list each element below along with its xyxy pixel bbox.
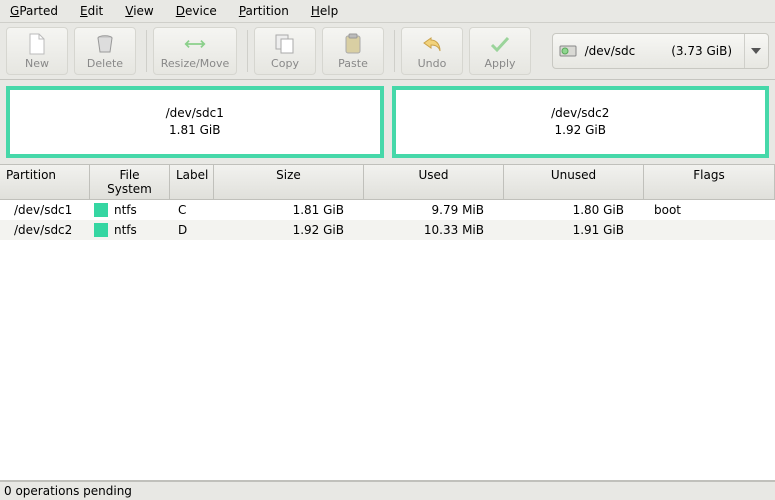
menu-help[interactable]: Help [307, 2, 342, 20]
cell-unused: 1.91 GiB [504, 223, 644, 237]
cell-flags: boot [644, 203, 775, 217]
col-size[interactable]: Size [214, 165, 364, 199]
undo-icon [421, 33, 443, 55]
col-filesystem[interactable]: File System [90, 165, 170, 199]
cell-size: 1.81 GiB [214, 203, 364, 217]
col-used[interactable]: Used [364, 165, 504, 199]
toolbar: New Delete Resize/Move Copy Paste Undo [0, 23, 775, 80]
resize-icon [184, 33, 206, 55]
separator [247, 30, 248, 72]
menu-partition[interactable]: Partition [235, 2, 293, 20]
cell-fs: ntfs [90, 223, 170, 237]
delete-label: Delete [87, 57, 123, 70]
delete-button[interactable]: Delete [74, 27, 136, 75]
col-partition[interactable]: Partition [0, 165, 90, 199]
partition-box-name: /dev/sdc2 [551, 105, 609, 122]
paste-icon [342, 33, 364, 55]
new-button[interactable]: New [6, 27, 68, 75]
col-unused[interactable]: Unused [504, 165, 644, 199]
harddisk-icon [559, 42, 577, 60]
cell-size: 1.92 GiB [214, 223, 364, 237]
paste-label: Paste [338, 57, 368, 70]
cell-fs: ntfs [90, 203, 170, 217]
apply-label: Apply [484, 57, 515, 70]
partition-box-size: 1.92 GiB [555, 122, 606, 139]
col-flags[interactable]: Flags [644, 165, 775, 199]
partition-box-size: 1.81 GiB [169, 122, 220, 139]
table-row[interactable]: /dev/sdc2 ntfs D 1.92 GiB 10.33 MiB 1.91… [0, 220, 775, 240]
fs-color-swatch [94, 223, 108, 237]
undo-label: Undo [418, 57, 447, 70]
partition-box-name: /dev/sdc1 [166, 105, 224, 122]
table-row[interactable]: /dev/sdc1 ntfs C 1.81 GiB 9.79 MiB 1.80 … [0, 200, 775, 220]
cell-label: C [170, 203, 214, 217]
partition-visual: /dev/sdc1 1.81 GiB /dev/sdc2 1.92 GiB [0, 80, 775, 164]
copy-button[interactable]: Copy [254, 27, 316, 75]
file-new-icon [26, 33, 48, 55]
cell-used: 10.33 MiB [364, 223, 504, 237]
apply-button[interactable]: Apply [469, 27, 531, 75]
cell-label: D [170, 223, 214, 237]
cell-unused: 1.80 GiB [504, 203, 644, 217]
status-bar: 0 operations pending [0, 481, 775, 500]
paste-button[interactable]: Paste [322, 27, 384, 75]
menu-edit[interactable]: Edit [76, 2, 107, 20]
menu-device[interactable]: Device [172, 2, 221, 20]
chevron-down-icon[interactable] [744, 34, 762, 68]
cell-partition: /dev/sdc1 [0, 203, 90, 217]
partition-box-1[interactable]: /dev/sdc1 1.81 GiB [6, 86, 384, 158]
trash-icon [94, 33, 116, 55]
resize-move-button[interactable]: Resize/Move [153, 27, 237, 75]
undo-button[interactable]: Undo [401, 27, 463, 75]
menubar: GParted Edit View Device Partition Help [0, 0, 775, 23]
copy-label: Copy [271, 57, 299, 70]
cell-flags [644, 223, 775, 237]
partition-box-2[interactable]: /dev/sdc2 1.92 GiB [392, 86, 770, 158]
menu-view[interactable]: View [121, 2, 157, 20]
partition-table-header: Partition File System Label Size Used Un… [0, 164, 775, 200]
device-selector[interactable]: /dev/sdc (3.73 GiB) [552, 33, 769, 69]
cell-used: 9.79 MiB [364, 203, 504, 217]
apply-icon [489, 33, 511, 55]
menu-gparted[interactable]: GParted [6, 2, 62, 20]
copy-icon [274, 33, 296, 55]
partition-table-body: /dev/sdc1 ntfs C 1.81 GiB 9.79 MiB 1.80 … [0, 200, 775, 481]
separator [146, 30, 147, 72]
resize-label: Resize/Move [161, 57, 229, 70]
cell-partition: /dev/sdc2 [0, 223, 90, 237]
fs-color-swatch [94, 203, 108, 217]
device-name: /dev/sdc [585, 44, 636, 58]
col-label[interactable]: Label [170, 165, 214, 199]
status-text: 0 operations pending [4, 484, 132, 498]
separator [394, 30, 395, 72]
device-size: (3.73 GiB) [671, 44, 732, 58]
new-label: New [25, 57, 49, 70]
